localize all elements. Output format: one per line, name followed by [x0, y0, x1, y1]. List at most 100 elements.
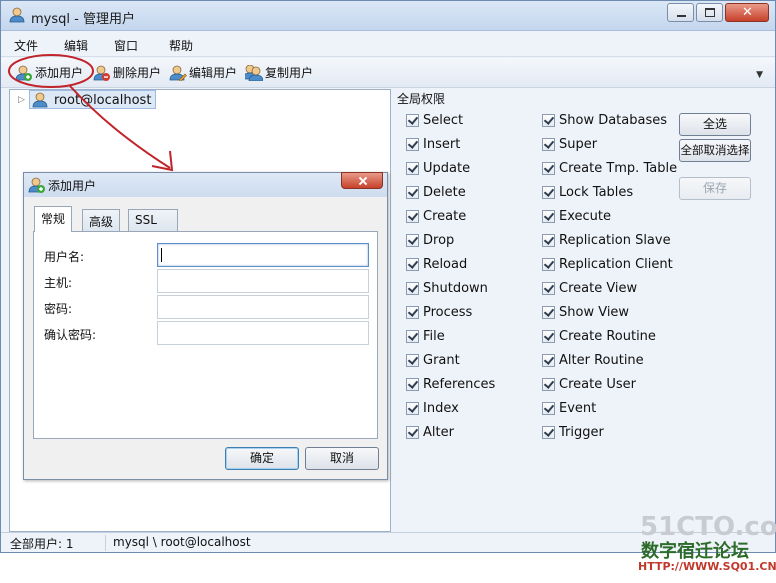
privilege-show-view[interactable]: Show View [542, 305, 629, 320]
privilege-replication-slave[interactable]: Replication Slave [542, 233, 671, 248]
privilege-label: Create View [559, 281, 638, 296]
minimize-button[interactable] [667, 3, 694, 22]
privilege-index[interactable]: Index [406, 401, 459, 416]
checkbox-checked[interactable] [406, 234, 419, 247]
checkbox-checked[interactable] [406, 186, 419, 199]
privilege-label: Insert [423, 137, 461, 152]
privilege-event[interactable]: Event [542, 401, 596, 416]
privilege-show-databases[interactable]: Show Databases [542, 113, 667, 128]
privilege-references[interactable]: References [406, 377, 495, 392]
privilege-alter[interactable]: Alter [406, 425, 454, 440]
checkbox-checked[interactable] [542, 306, 555, 319]
checkbox-checked[interactable] [406, 162, 419, 175]
privilege-reload[interactable]: Reload [406, 257, 467, 272]
host-field[interactable] [157, 269, 369, 293]
menu-window[interactable]: 窗口 [114, 37, 138, 54]
checkbox-checked[interactable] [406, 258, 419, 271]
close-button[interactable]: ✕ [725, 3, 769, 22]
checkbox-checked[interactable] [406, 354, 419, 367]
add-user-button[interactable]: 添加用户 [15, 64, 83, 81]
chevron-down-icon[interactable]: ▼ [756, 70, 763, 80]
privilege-label: Super [559, 137, 598, 152]
privilege-insert[interactable]: Insert [406, 137, 460, 152]
privilege-create-view[interactable]: Create View [542, 281, 637, 296]
select-all-button[interactable]: 全选 [679, 113, 751, 136]
privilege-label: Update [423, 161, 471, 176]
expand-arrow-icon[interactable]: ▷ [18, 95, 25, 105]
checkbox-checked[interactable] [406, 402, 419, 415]
privilege-label: Drop [423, 233, 455, 248]
cancel-button[interactable]: 取消 [305, 447, 379, 470]
checkbox-checked[interactable] [406, 282, 419, 295]
maximize-button[interactable] [696, 3, 723, 22]
checkbox-checked[interactable] [542, 186, 555, 199]
delete-user-button[interactable]: 删除用户 [93, 64, 161, 81]
checkbox-checked[interactable] [406, 114, 419, 127]
add-user-label: 添加用户 [35, 66, 84, 80]
menu-edit[interactable]: 编辑 [64, 37, 88, 54]
privilege-label: Create [423, 209, 467, 224]
privilege-grant[interactable]: Grant [406, 353, 460, 368]
tab-ssl[interactable]: SSL [128, 209, 178, 231]
privilege-execute[interactable]: Execute [542, 209, 611, 224]
checkbox-checked[interactable] [406, 330, 419, 343]
privilege-file[interactable]: File [406, 329, 445, 344]
confirm-password-field[interactable] [157, 321, 369, 345]
checkbox-checked[interactable] [406, 138, 419, 151]
privilege-select[interactable]: Select [406, 113, 463, 128]
save-button[interactable]: 保存 [679, 177, 751, 200]
checkbox-checked[interactable] [542, 234, 555, 247]
privilege-shutdown[interactable]: Shutdown [406, 281, 488, 296]
privilege-delete[interactable]: Delete [406, 185, 466, 200]
privilege-label: References [423, 377, 496, 392]
tab-general[interactable]: 常规 [34, 206, 73, 232]
dialog-close-button[interactable] [341, 172, 383, 189]
checkbox-checked[interactable] [542, 378, 555, 391]
privilege-alter-routine[interactable]: Alter Routine [542, 353, 644, 368]
checkbox-checked[interactable] [542, 138, 555, 151]
checkbox-checked[interactable] [542, 210, 555, 223]
checkbox-checked[interactable] [406, 426, 419, 439]
username-field[interactable] [157, 243, 369, 267]
privilege-trigger[interactable]: Trigger [542, 425, 604, 440]
add-user-icon [15, 65, 32, 81]
privilege-update[interactable]: Update [406, 161, 470, 176]
menu-help[interactable]: 帮助 [169, 37, 193, 54]
privilege-drop[interactable]: Drop [406, 233, 454, 248]
ok-button[interactable]: 确定 [225, 447, 299, 470]
tree-node-root[interactable]: root@localhost [29, 90, 157, 109]
checkbox-checked[interactable] [542, 330, 555, 343]
checkbox-checked[interactable] [542, 282, 555, 295]
checkbox-checked[interactable] [542, 354, 555, 367]
privilege-label: Reload [423, 257, 468, 272]
confirm-password-label: 确认密码: [44, 328, 97, 342]
copy-user-button[interactable]: 复制用户 [245, 64, 313, 81]
privilege-lock-tables[interactable]: Lock Tables [542, 185, 633, 200]
status-connection: mysql \ root@localhost [113, 535, 251, 549]
password-field[interactable] [157, 295, 369, 319]
checkbox-checked[interactable] [542, 114, 555, 127]
tab-advanced[interactable]: 高级 [82, 209, 121, 231]
user-icon [9, 7, 27, 23]
privilege-create-user[interactable]: Create User [542, 377, 636, 392]
privilege-create[interactable]: Create [406, 209, 466, 224]
checkbox-checked[interactable] [542, 258, 555, 271]
copy-user-icon [245, 65, 263, 81]
checkbox-checked[interactable] [406, 378, 419, 391]
checkbox-checked[interactable] [542, 426, 555, 439]
checkbox-checked[interactable] [406, 210, 419, 223]
checkbox-checked[interactable] [406, 306, 419, 319]
privilege-super[interactable]: Super [542, 137, 597, 152]
menu-file[interactable]: 文件 [14, 37, 38, 54]
checkbox-checked[interactable] [542, 402, 555, 415]
privilege-replication-client[interactable]: Replication Client [542, 257, 673, 272]
edit-user-button[interactable]: 编辑用户 [169, 64, 237, 81]
delete-user-icon [93, 65, 110, 81]
deselect-all-button[interactable]: 全部取消选择 [679, 139, 751, 162]
privilege-process[interactable]: Process [406, 305, 472, 320]
privilege-create-tmp-table[interactable]: Create Tmp. Table [542, 161, 677, 176]
privilege-create-routine[interactable]: Create Routine [542, 329, 656, 344]
privilege-label: Alter Routine [559, 353, 644, 368]
checkbox-checked[interactable] [542, 162, 555, 175]
privilege-label: Show View [559, 305, 630, 320]
